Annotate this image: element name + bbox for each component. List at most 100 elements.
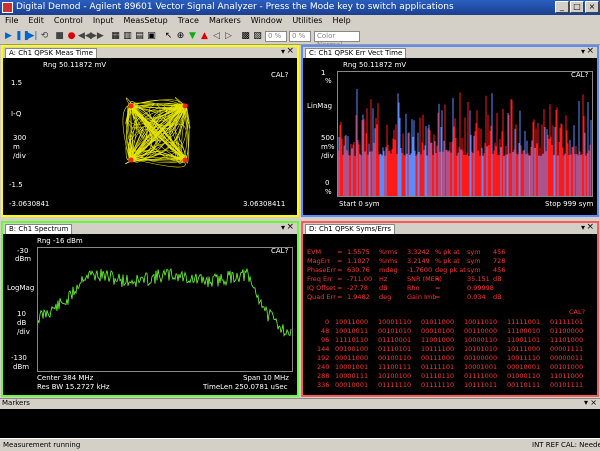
layout-1-icon[interactable]: ▦	[110, 31, 121, 42]
menu-edit[interactable]: Edit	[23, 15, 49, 26]
rewind-icon[interactable]: ◀◀	[78, 31, 92, 42]
marker-down-icon[interactable]: ▼	[187, 31, 198, 42]
pin-icon[interactable]: ▾	[584, 398, 588, 407]
symbol-cell: 11001000	[421, 336, 455, 344]
symbol-cell: 01000110	[507, 372, 541, 380]
close-icon[interactable]: ×	[286, 222, 294, 232]
layout-4-icon[interactable]: ▣	[146, 31, 157, 42]
symbol-cell: 10010011	[335, 327, 369, 335]
title-bar: Digital Demod - Agilent 89601 Vector Sig…	[0, 0, 600, 15]
div-value: 10	[17, 310, 26, 318]
single-icon[interactable]: ▶|	[27, 31, 38, 42]
stat-cell: =	[435, 275, 441, 283]
div-unit: dB	[17, 319, 27, 327]
pane-d-table[interactable]: EVM = 1.5575 %rms 3.3242 % pk at sym 456 MagErr =…	[303, 234, 597, 395]
pin-icon[interactable]: ▾	[281, 223, 285, 232]
stat-cell: %rms	[379, 257, 398, 265]
zoom-field[interactable]: 0 %	[289, 31, 311, 42]
symbol-cell: 01111101	[550, 318, 584, 326]
pane-a-plot[interactable]: Rng 50.11872 mV CAL? 1.5 I-Q 300 m /div …	[3, 58, 297, 215]
menu-file[interactable]: File	[0, 15, 23, 26]
stat-cell: Freq Err	[307, 275, 333, 283]
pin-icon[interactable]: ▾	[281, 47, 285, 56]
play-icon[interactable]: ▶	[3, 31, 14, 42]
symbol-cell: 10000111	[335, 372, 369, 380]
symbol-cell: 00000011	[550, 354, 584, 362]
marker-right-icon[interactable]: ▷	[223, 31, 234, 42]
menu-input[interactable]: Input	[88, 15, 119, 26]
div-per: /div	[13, 152, 26, 160]
stat-cell: % pk at	[435, 248, 460, 256]
pane-c-tab[interactable]: C: Ch1 QPSK Err Vect Time	[305, 48, 407, 58]
symbol-cell: 10101010	[464, 345, 498, 353]
menu-window[interactable]: Window	[246, 15, 288, 26]
symbol-cell: 01110110	[421, 372, 455, 380]
symbol-cell: 01110101	[378, 345, 412, 353]
pin-icon[interactable]: ▾	[581, 47, 585, 56]
stat-cell: Gain Imb	[407, 293, 437, 301]
pause-icon[interactable]: ❚❚	[15, 31, 30, 42]
range-label: Rng 50.11872 mV	[343, 61, 407, 69]
app-icon	[2, 2, 13, 13]
zoom-icon[interactable]: ⊕	[175, 31, 186, 42]
ybot-label: -130	[11, 354, 27, 362]
div-unit: m%	[321, 143, 335, 151]
err-vect-trace	[338, 88, 592, 196]
fastforward-icon[interactable]: ▶▶	[90, 31, 104, 42]
pane-c-plot[interactable]: Rng 50.11872 mV CAL? 1 % LinMag 500 m% /…	[303, 58, 597, 215]
pane-a-tab[interactable]: A: Ch1 QPSK Meas Time	[5, 48, 97, 58]
pane-b-tab[interactable]: B: Ch1 Spectrum	[5, 224, 73, 234]
pane-d-tab[interactable]: D: Ch1 QPSK Syms/Errs	[305, 224, 396, 234]
cal-indicator: CAL: Needed	[561, 441, 600, 449]
stat-cell: -27.78	[347, 284, 368, 292]
symbol-cell: 10001110	[378, 318, 412, 326]
close-icon[interactable]: ×	[286, 46, 294, 56]
minimize-button[interactable]: _	[555, 1, 569, 13]
pin-icon[interactable]: ▾	[581, 223, 585, 232]
row-index: 336	[317, 381, 330, 389]
symbol-cell: 00100000	[464, 354, 498, 362]
close-window-button[interactable]: ×	[585, 1, 599, 13]
ybot-label: 0	[325, 179, 330, 187]
pane-d-header: D: Ch1 QPSK Syms/Errs ▾ ×	[303, 222, 597, 234]
stat-cell: EVM	[307, 248, 322, 256]
pointer-icon[interactable]: ↖	[163, 31, 174, 42]
pane-b-header: B: Ch1 Spectrum ▾ ×	[3, 222, 297, 234]
marker-peak-icon[interactable]: ▲	[199, 31, 210, 42]
maximize-button[interactable]: □	[570, 1, 584, 13]
record-icon[interactable]: ●	[66, 31, 77, 42]
stat-cell: 1.5575	[347, 248, 370, 256]
menu-meassetup[interactable]: MeasSetup	[119, 15, 173, 26]
layout-2-icon[interactable]: ▥	[122, 31, 133, 42]
row-index: 48	[321, 327, 330, 335]
symbol-cell: 11100111	[378, 363, 412, 371]
stop-icon[interactable]: ■	[54, 31, 65, 42]
close-icon[interactable]: ×	[590, 398, 597, 407]
pane-a: A: Ch1 QPSK Meas Time ▾ × Rng 50.11872 m…	[1, 45, 299, 217]
symbol-cell: 00101111	[550, 381, 584, 389]
scale-icon[interactable]: ▩	[240, 31, 251, 42]
menu-control[interactable]: Control	[49, 15, 88, 26]
close-icon[interactable]: ×	[586, 46, 594, 56]
color-select[interactable]: Color Normal	[314, 31, 360, 49]
stat-cell: Quad Err	[307, 293, 336, 301]
menu-utilities[interactable]: Utilities	[287, 15, 327, 26]
marker-left-icon[interactable]: ◁	[211, 31, 222, 42]
menu-markers[interactable]: Markers	[204, 15, 246, 26]
pane-b-plot[interactable]: Rng -16 dBm CAL? -30 dBm LogMag 10 dB /d…	[3, 234, 297, 395]
symbol-cell: 10011010	[464, 318, 498, 326]
rbw-label: Res BW 15.2727 kHz	[37, 383, 110, 391]
restart-icon[interactable]: ⟲	[39, 31, 50, 42]
symbol-cell: 11100010	[507, 327, 541, 335]
xleft-label: -3.0630841	[9, 200, 50, 208]
pct-field[interactable]: 0 %	[265, 31, 287, 42]
stat-cell: 728	[493, 257, 506, 265]
symbol-cell: 00110000	[464, 327, 498, 335]
symbol-cell: 10111100	[421, 345, 455, 353]
timelen-label: TimeLen 250.0781 uSec	[203, 383, 288, 391]
layout-3-icon[interactable]: ▤	[134, 31, 145, 42]
autoscale-icon[interactable]: ▧	[252, 31, 263, 42]
close-icon[interactable]: ×	[586, 222, 594, 232]
menu-help[interactable]: Help	[327, 15, 355, 26]
menu-trace[interactable]: Trace	[173, 15, 204, 26]
